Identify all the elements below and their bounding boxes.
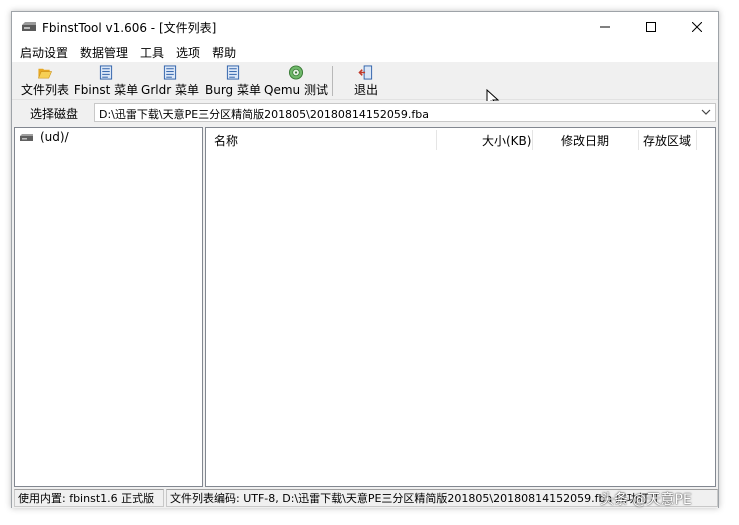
disk-select-dropdown[interactable]: D:\迅雷下载\天意PE三分区精简版201805\20180814152059.… (94, 103, 716, 122)
burg-menu-label: Burg 菜单 (205, 83, 261, 97)
menu-data-management[interactable]: 数据管理 (74, 44, 134, 61)
column-divider[interactable] (696, 130, 697, 150)
column-name[interactable]: 名称 (214, 128, 238, 152)
grldr-menu-label: Grldr 菜单 (141, 83, 199, 97)
column-size[interactable]: 大小(KB) (482, 128, 531, 152)
menu-tools[interactable]: 工具 (134, 44, 170, 61)
file-list-button[interactable]: 文件列表 (16, 64, 74, 98)
close-button[interactable] (674, 12, 720, 42)
toolbar-separator (332, 66, 333, 96)
menu-bar: 启动设置 数据管理 工具 选项 帮助 (12, 42, 718, 62)
toolbar: 文件列表 Fbinst 菜单 Grldr 菜单 Burg 菜单 Qemu 测试 … (12, 62, 718, 108)
close-icon (692, 22, 702, 32)
maximize-icon (646, 22, 656, 32)
fbinst-menu-button[interactable]: Fbinst 菜单 (73, 64, 139, 98)
tree-item-root[interactable]: (ud)/ (19, 130, 69, 144)
exit-label: 退出 (353, 83, 378, 97)
disk-select-label: 选择磁盘 (30, 107, 79, 121)
exit-door-icon (358, 65, 373, 80)
window-title: FbinstTool v1.606 - [文件列表] (42, 21, 217, 35)
column-storage-area[interactable]: 存放区域 (643, 128, 691, 152)
burg-menu-button[interactable]: Burg 菜单 (205, 64, 261, 98)
column-divider[interactable] (436, 130, 437, 150)
watermark: 头条 @天意PE (600, 492, 692, 508)
status-kernel: 使用内置: fbinst1.6 正式版 (14, 489, 164, 507)
exit-button[interactable]: 退出 (348, 64, 384, 98)
disk-selection-row: 选择磁盘 D:\迅雷下载\天意PE三分区精简版201805\2018081415… (12, 101, 718, 125)
menu-help[interactable]: 帮助 (206, 44, 242, 61)
partition-tree-panel[interactable]: (ud)/ (14, 127, 203, 487)
tree-item-label: (ud)/ (40, 130, 69, 144)
minimize-button[interactable] (582, 12, 628, 42)
qemu-test-button[interactable]: Qemu 测试 (264, 64, 328, 98)
menu-boot-settings[interactable]: 启动设置 (14, 44, 74, 61)
qemu-test-label: Qemu 测试 (264, 83, 328, 97)
file-list-label: 文件列表 (20, 83, 69, 97)
folder-open-icon (38, 68, 52, 79)
column-modified-date[interactable]: 修改日期 (561, 128, 609, 152)
grldr-menu-button[interactable]: Grldr 菜单 (141, 64, 199, 98)
file-list-panel[interactable]: 名称 大小(KB) 修改日期 存放区域 (205, 127, 716, 487)
title-bar[interactable]: FbinstTool v1.606 - [文件列表] (12, 12, 718, 42)
maximize-button[interactable] (628, 12, 674, 42)
fbinst-menu-label: Fbinst 菜单 (73, 83, 139, 97)
document-list-icon (226, 65, 240, 80)
file-list-header: 名称 大小(KB) 修改日期 存放区域 (206, 128, 715, 152)
qemu-disc-icon (288, 65, 304, 80)
app-window: FbinstTool v1.606 - [文件列表] 启动设置 数据管理 工具 … (11, 11, 719, 508)
minimize-icon (600, 26, 610, 28)
drive-app-icon (22, 22, 36, 31)
column-divider[interactable] (638, 130, 639, 150)
disk-path-value: D:\迅雷下载\天意PE三分区精简版201805\20180814152059.… (99, 108, 429, 121)
document-list-icon (99, 65, 113, 80)
menu-options[interactable]: 选项 (170, 44, 206, 61)
column-divider[interactable] (532, 130, 533, 150)
document-list-icon (163, 65, 177, 80)
chevron-down-icon[interactable] (701, 109, 711, 115)
drive-icon (20, 133, 33, 141)
